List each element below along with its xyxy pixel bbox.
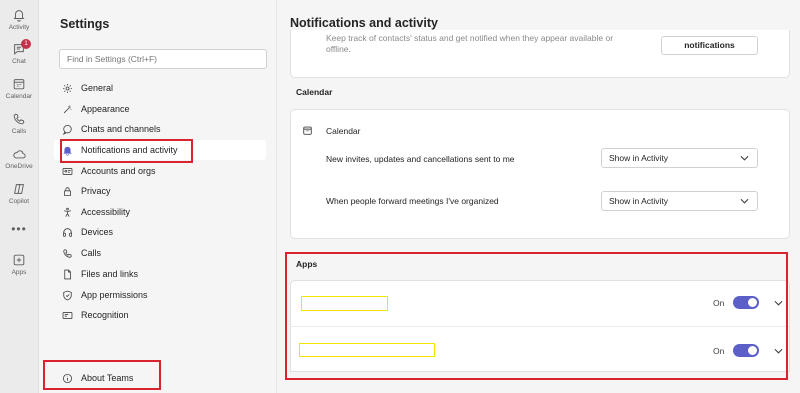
rail-apps[interactable]: Apps [0, 253, 38, 285]
nav-label-accessibility: Accessibility [81, 207, 131, 217]
page-title: Notifications and activity [290, 16, 438, 30]
nav-label-app-permissions: App permissions [81, 290, 148, 300]
rail-apps-label: Apps [11, 269, 27, 276]
headset-icon [60, 225, 74, 239]
nav-label-appearance: Appearance [81, 104, 130, 114]
nav-item-app-permissions[interactable]: App permissions [54, 285, 266, 305]
nav-item-calls[interactable]: Calls [54, 243, 266, 263]
rail-copilot[interactable]: Copilot [0, 182, 38, 214]
gear-icon [60, 81, 74, 95]
highlight-notifications-nav [60, 139, 193, 163]
more-apps-icon[interactable]: ••• [0, 222, 38, 236]
calendar-section-title: Calendar [296, 87, 333, 97]
calendar-icon [302, 125, 313, 138]
calendar-row-label-forward: When people forward meetings I've organi… [326, 196, 499, 206]
phone-icon [60, 246, 74, 260]
presence-notifications-card: Keep track of contacts' status and get n… [290, 30, 790, 78]
rail-activity[interactable]: Activity [0, 8, 38, 40]
phone-icon [13, 113, 25, 125]
nav-item-accessibility[interactable]: Accessibility [54, 202, 266, 222]
highlight-about-teams [43, 360, 161, 390]
shield-icon [60, 288, 74, 302]
settings-search-input[interactable] [59, 49, 267, 69]
id-card-icon [60, 164, 74, 178]
presence-description: Keep track of contacts' status and get n… [326, 33, 614, 54]
edit-notifications-button[interactable]: notifications [661, 36, 758, 55]
nav-item-recognition[interactable]: Recognition [54, 305, 266, 325]
file-icon [60, 267, 74, 281]
rail-calls-label: Calls [11, 128, 27, 135]
nav-label-accounts-and-orgs: Accounts and orgs [81, 166, 156, 176]
highlight-apps-section [285, 252, 788, 380]
nav-item-appearance[interactable]: Appearance [54, 99, 266, 119]
lock-icon [60, 184, 74, 198]
rail-calendar-label: Calendar [5, 93, 33, 100]
nav-item-chats-and-channels[interactable]: Chats and channels [54, 119, 266, 139]
add-apps-icon [13, 254, 25, 266]
recognition-icon [60, 308, 74, 322]
rail-calendar[interactable]: Calendar [0, 77, 38, 109]
cloud-icon [13, 150, 26, 159]
accessibility-icon [60, 205, 74, 219]
bell-icon [13, 10, 25, 22]
nav-label-general: General [81, 83, 114, 93]
rail-chat-label: Chat [12, 58, 26, 65]
app-rail: Activity 1 Chat Calendar Calls OneDrive … [0, 0, 39, 393]
nav-label-files-and-links: Files and links [81, 269, 139, 279]
nav-item-general[interactable]: General [54, 78, 266, 98]
calendar-card: Calendar New invites, updates and cancel… [290, 109, 790, 239]
nav-label-calls: Calls [81, 248, 102, 258]
nav-item-privacy[interactable]: Privacy [54, 181, 266, 201]
wand-icon [60, 102, 74, 116]
nav-item-files-and-links[interactable]: Files and links [54, 264, 266, 284]
chevron-down-icon [740, 155, 749, 161]
nav-item-accounts-and-orgs[interactable]: Accounts and orgs [54, 161, 266, 181]
chevron-down-icon [740, 198, 749, 204]
forward-notification-dropdown[interactable]: Show in Activity [601, 191, 758, 211]
calendar-card-title: Calendar [326, 126, 361, 136]
dropdown-value: Show in Activity [609, 153, 669, 163]
nav-label-chats-and-channels: Chats and channels [81, 124, 161, 134]
rail-chat[interactable]: 1 Chat [0, 39, 38, 74]
rail-activity-label: Activity [8, 24, 30, 31]
rail-copilot-label: Copilot [8, 198, 30, 205]
settings-nav: Settings General Appearance Chats and ch… [40, 0, 277, 393]
rail-calls[interactable]: Calls [0, 112, 38, 144]
copilot-icon [14, 184, 24, 194]
calendar-row-label-invites: New invites, updates and cancellations s… [326, 154, 515, 164]
rail-onedrive-label: OneDrive [5, 163, 33, 170]
invites-notification-dropdown[interactable]: Show in Activity [601, 148, 758, 168]
calendar-icon [13, 79, 25, 90]
settings-title: Settings [60, 17, 110, 31]
nav-item-devices[interactable]: Devices [54, 222, 266, 242]
chat-unread-badge: 1 [21, 39, 31, 49]
rail-onedrive[interactable]: OneDrive [0, 147, 38, 179]
nav-label-devices: Devices [81, 227, 114, 237]
dropdown-value: Show in Activity [609, 196, 669, 206]
chat-bubble-icon [60, 122, 74, 136]
nav-label-recognition: Recognition [81, 310, 129, 320]
nav-label-privacy: Privacy [81, 186, 111, 196]
